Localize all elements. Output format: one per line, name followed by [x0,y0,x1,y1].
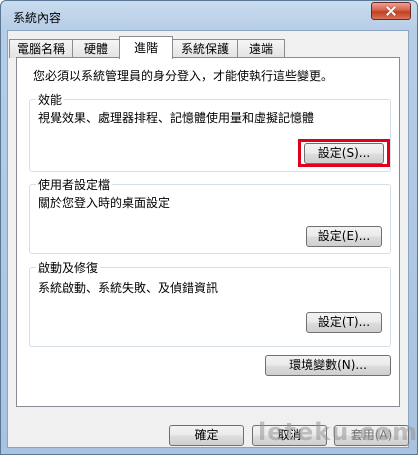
tab-system-protection[interactable]: 系統保護 [172,39,238,58]
performance-settings-button[interactable]: 設定(S)... [304,143,384,164]
window-title: 系統內容 [13,11,62,25]
performance-title: 效能 [36,91,65,108]
performance-description: 視覺效果、處理器排程、記憶體使用量和虛擬記憶體 [38,111,315,125]
startup-recovery-description: 系統啟動、系統失敗、及偵錯資訊 [38,281,219,295]
tab-computer-name[interactable]: 電腦名稱 [9,39,73,58]
tab-remote[interactable]: 遠端 [237,39,285,58]
user-profiles-settings-button[interactable]: 設定(E)... [306,226,382,247]
title-bar[interactable]: 系統內容 [1,1,417,31]
cancel-button[interactable]: 取消 [252,425,327,446]
close-icon[interactable] [371,2,411,20]
performance-group: 效能 視覺效果、處理器排程、記憶體使用量和虛擬記憶體 設定(S)... [29,91,391,172]
user-profiles-description: 關於您登入時的桌面設定 [38,196,171,210]
admin-note: 您必須以系統管理員的身分登入，才能使執行這些變更。 [33,69,334,83]
user-profiles-title: 使用者設定檔 [36,176,113,193]
ok-button[interactable]: 確定 [169,425,244,446]
advanced-tab-panel: 您必須以系統管理員的身分登入，才能使執行這些變更。 效能 視覺效果、處理器排程、… [16,57,400,407]
apply-button[interactable]: 套用(A) [334,425,409,446]
user-profiles-group: 使用者設定檔 關於您登入時的桌面設定 設定(E)... [29,176,391,254]
startup-recovery-group: 啟動及修復 系統啟動、系統失敗、及偵錯資訊 設定(T)... [29,259,391,347]
tab-advanced[interactable]: 進階 [119,36,173,59]
tab-hardware[interactable]: 硬體 [72,39,120,58]
startup-recovery-settings-button[interactable]: 設定(T)... [306,312,382,333]
environment-variables-button[interactable]: 環境變數(N)... [265,355,391,376]
startup-recovery-title: 啟動及修復 [36,259,101,276]
